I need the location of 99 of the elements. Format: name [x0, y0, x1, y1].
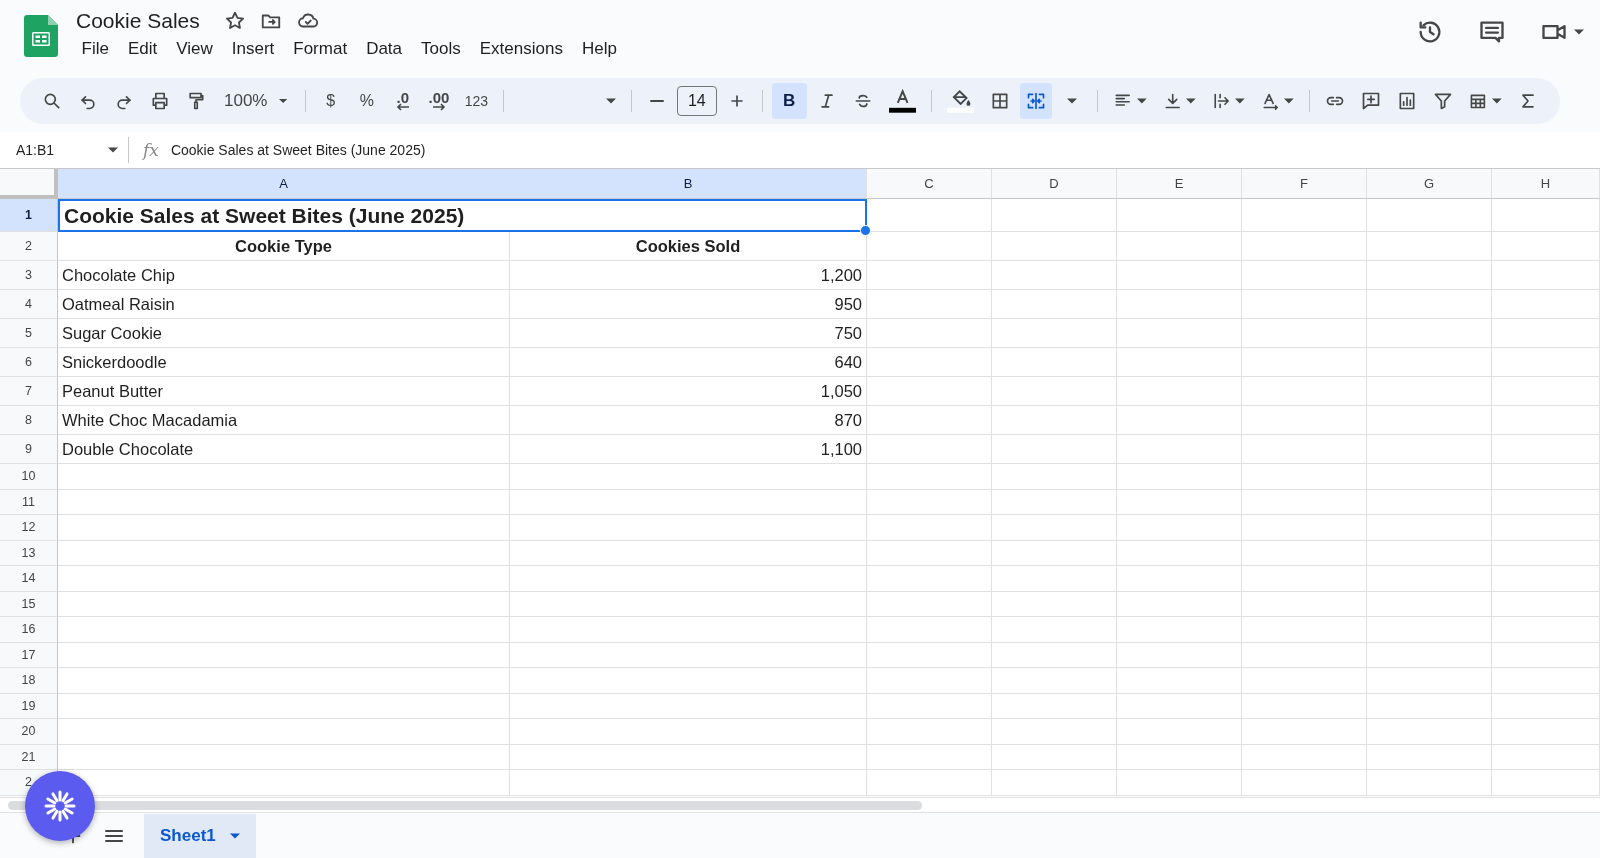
caret-icon — [1574, 29, 1584, 35]
text-rotate-icon — [1260, 91, 1281, 111]
document-title[interactable]: Cookie Sales — [72, 9, 204, 33]
star-icon — [223, 10, 246, 32]
column-header[interactable]: C — [867, 169, 992, 199]
scrollbar[interactable] — [8, 801, 922, 810]
row-header[interactable]: 3 — [0, 261, 58, 290]
row-header[interactable]: 1 — [0, 199, 58, 232]
table-cell: Chocolate Chip — [58, 261, 510, 290]
row-header[interactable]: 18 — [0, 668, 58, 694]
table-cell: 750 — [510, 319, 867, 348]
row-header[interactable]: 7 — [0, 377, 58, 406]
row-header[interactable]: 5 — [0, 319, 58, 348]
column-header[interactable]: E — [1117, 169, 1242, 199]
menu-item[interactable]: Extensions — [470, 37, 573, 61]
row-header[interactable]: 11 — [0, 489, 58, 515]
caret-icon — [1136, 98, 1147, 104]
name-box[interactable]: A1:B1 — [0, 137, 129, 163]
column-header[interactable]: D — [992, 169, 1117, 199]
menu-item[interactable]: Data — [356, 37, 412, 61]
text-wrap-icon — [1211, 91, 1232, 111]
table-cell: White Choc Macadamia — [58, 406, 510, 435]
filter-icon — [1432, 91, 1453, 111]
column-header[interactable]: G — [1367, 169, 1492, 199]
table-cell: 1,050 — [510, 377, 867, 406]
search-icon — [42, 91, 62, 111]
row-header[interactable]: 2 — [0, 232, 58, 261]
decrease-decimals-button[interactable]: .0 — [386, 83, 419, 119]
row-header[interactable]: 17 — [0, 642, 58, 668]
row-header[interactable]: 15 — [0, 591, 58, 617]
sparkle-icon — [44, 790, 76, 822]
merge-cells-icon — [1026, 91, 1047, 111]
row-header[interactable]: 12 — [0, 515, 58, 541]
formula-field[interactable]: Cookie Sales at Sweet Bites (June 2025) — [170, 142, 426, 158]
row-header[interactable]: 14 — [0, 566, 58, 592]
table-cell: Oatmeal Raisin — [58, 290, 510, 319]
percent-button[interactable]: % — [350, 83, 383, 119]
row-header[interactable]: 21 — [0, 744, 58, 770]
caret-icon — [229, 833, 240, 839]
row-header[interactable]: 8 — [0, 406, 58, 435]
table-cell: Double Chocolate — [58, 435, 510, 464]
table-cell: Sugar Cookie — [58, 319, 510, 348]
caret-icon — [279, 98, 288, 104]
add-comment-icon — [1360, 91, 1381, 111]
more-formats-button[interactable]: 123 — [459, 83, 494, 119]
caret-icon — [1185, 98, 1196, 104]
caret-icon — [108, 147, 118, 153]
table-cell: 640 — [510, 348, 867, 377]
function-label: fx — [143, 140, 159, 160]
borders-icon — [990, 91, 1011, 111]
print-icon — [150, 91, 170, 111]
merge-cells-button[interactable] — [1020, 83, 1053, 119]
row-header[interactable]: 9 — [0, 435, 58, 464]
row-header[interactable]: 13 — [0, 540, 58, 566]
table-cell: Peanut Butter — [58, 377, 510, 406]
menu-item[interactable]: File — [72, 37, 119, 61]
currency-button[interactable]: $ — [314, 83, 347, 119]
fill-color-icon — [947, 88, 975, 114]
text-color-icon — [888, 88, 917, 114]
sheet-tab[interactable]: Sheet1 — [144, 814, 256, 858]
column-header[interactable]: B — [510, 169, 867, 199]
menu-item[interactable]: Help — [572, 37, 627, 61]
row-header[interactable]: 20 — [0, 719, 58, 745]
table-cell: Cookie Type — [58, 232, 510, 261]
bold-button[interactable]: B — [771, 83, 807, 119]
column-header[interactable]: A — [58, 169, 510, 199]
table-cell: 1,200 — [510, 261, 867, 290]
align-bottom-icon — [1162, 91, 1182, 111]
caret-icon — [1284, 98, 1294, 104]
column-header[interactable]: F — [1242, 169, 1367, 199]
row-header[interactable]: 4 — [0, 290, 58, 319]
row-header[interactable]: 16 — [0, 617, 58, 643]
menu-item[interactable]: Edit — [118, 37, 167, 61]
row-header[interactable]: 19 — [0, 693, 58, 719]
menu-item[interactable]: View — [166, 37, 223, 61]
table-cell: Cookies Sold — [510, 232, 867, 261]
increase-decimals-button[interactable]: .00 — [422, 83, 456, 119]
sheets-logo-icon[interactable] — [24, 15, 58, 57]
menu-item[interactable]: Insert — [222, 37, 284, 61]
arrow-icon — [431, 103, 446, 111]
caret-icon — [1492, 98, 1502, 104]
minus-icon — [650, 99, 665, 103]
caret-icon — [1235, 98, 1245, 104]
table-cell: Snickerdoodle — [58, 348, 510, 377]
table-cell: 870 — [510, 406, 867, 435]
paint-roller-icon — [186, 91, 206, 111]
row-header[interactable]: 6 — [0, 348, 58, 377]
table-cell: 950 — [510, 290, 867, 319]
caret-icon — [1067, 98, 1078, 104]
row-header[interactable]: 10 — [0, 464, 58, 490]
arrow-icon — [395, 103, 410, 111]
caret-icon — [606, 98, 617, 104]
selection-handle[interactable] — [860, 225, 871, 236]
font-size-field[interactable]: 14 — [677, 86, 717, 116]
column-header[interactable]: H — [1492, 169, 1600, 199]
table-cell: 1,100 — [510, 435, 867, 464]
menu-item[interactable]: Tools — [411, 37, 471, 61]
menu-item[interactable]: Format — [283, 37, 357, 61]
zoom-dropdown[interactable]: 100% — [216, 83, 296, 119]
